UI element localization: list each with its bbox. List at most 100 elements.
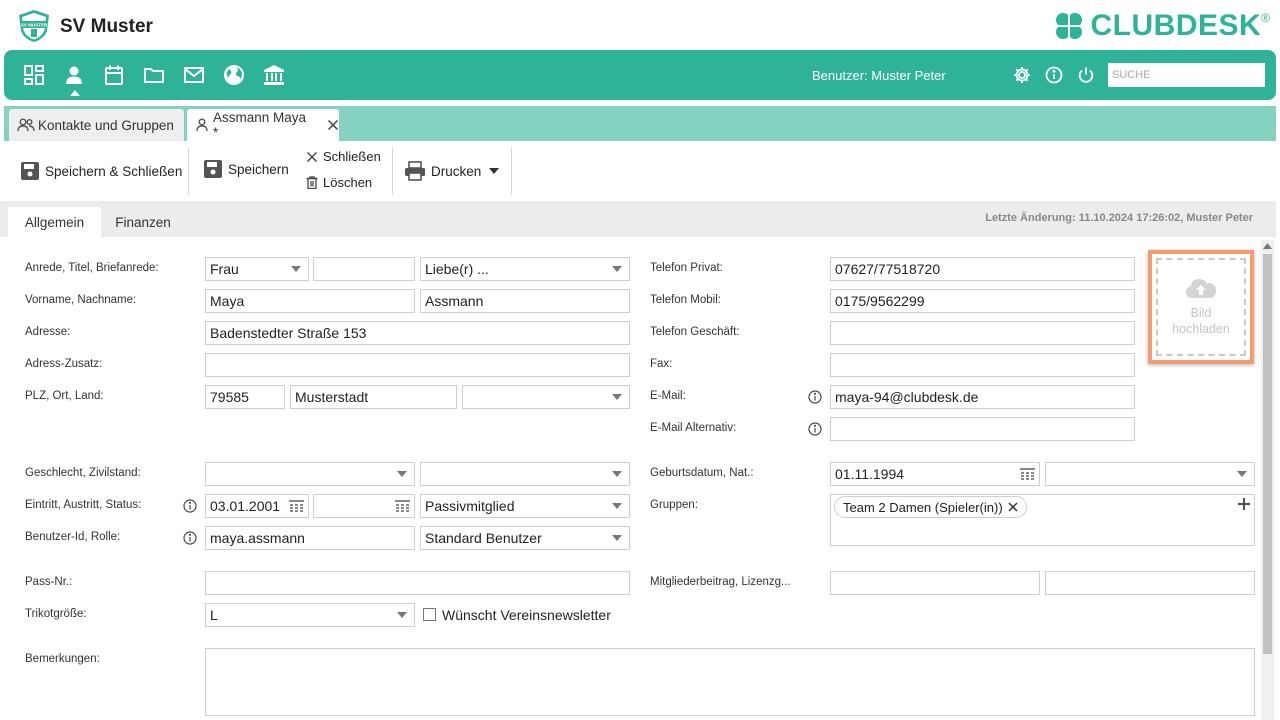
save-button[interactable]: Speichern (203, 159, 289, 179)
email-field[interactable]: maya-94@clubdesk.de (830, 385, 1135, 409)
image-upload[interactable]: Bild hochladen (1148, 250, 1254, 364)
close-label: Schließen (323, 149, 381, 164)
label-email-alt: E-Mail Alternativ: (650, 422, 737, 434)
beitrag-field[interactable] (830, 571, 1040, 595)
close-icon (307, 151, 317, 162)
scrollbar-thumb[interactable] (1263, 254, 1272, 654)
austritt-date-field[interactable] (313, 494, 415, 518)
document-tabs: Kontakte und Gruppen Assmann Maya * (4, 106, 1276, 141)
person-icon (196, 118, 208, 132)
info-icon[interactable] (808, 422, 822, 436)
label-geschlecht: Geschlecht, Zivilstand: (25, 467, 141, 479)
eintritt-date-field[interactable]: 03.01.2001 (205, 494, 309, 518)
vorname-field[interactable]: Maya (205, 289, 415, 313)
label-tel-mobil: Telefon Mobil: (650, 294, 721, 306)
active-nav-indicator (70, 90, 80, 96)
info-icon[interactable] (1042, 63, 1066, 87)
printer-icon (405, 161, 425, 181)
adresse-field[interactable]: Badenstedter Straße 153 (205, 321, 630, 345)
scroll-up-icon (1263, 243, 1272, 249)
tab-contacts-groups[interactable]: Kontakte und Gruppen (9, 109, 184, 141)
chevron-down-icon (612, 266, 622, 272)
adress-zusatz-field[interactable] (205, 353, 630, 377)
newsletter-checkbox[interactable] (423, 608, 436, 621)
email-alt-field[interactable] (830, 417, 1135, 441)
anrede-select[interactable]: Frau (205, 257, 309, 281)
titel-field[interactable] (313, 257, 415, 281)
info-icon[interactable] (183, 499, 197, 513)
zivilstand-select[interactable] (420, 462, 630, 486)
save-close-button[interactable]: Speichern & Schließen (20, 161, 182, 181)
tab-finanzen[interactable]: Finanzen (101, 207, 185, 237)
upload-label-line2: hochladen (1172, 322, 1230, 336)
current-user: Benutzer: Muster Peter (812, 68, 946, 83)
print-button[interactable]: Drucken (404, 161, 506, 181)
tel-geschaeft-field[interactable] (830, 321, 1135, 345)
label-eintritt: Eintritt, Austritt, Status: (25, 499, 142, 511)
save-close-label: Speichern & Schließen (45, 163, 183, 179)
cloud-upload-icon (1186, 279, 1216, 298)
rolle-select[interactable]: Standard Benutzer (420, 526, 630, 550)
status-select[interactable]: Passivmitglied (420, 494, 630, 518)
tel-mobil-field[interactable]: 0175/9562299 (830, 289, 1135, 313)
app-title: SV Muster (60, 16, 153, 37)
label-trikot: Trikotgröße: (25, 608, 87, 620)
gear-icon[interactable] (1010, 63, 1034, 87)
info-icon[interactable] (808, 390, 822, 404)
upload-dropzone: Bild hochladen (1156, 258, 1246, 356)
section-tabs: Allgemein Finanzen Letzte Änderung: 11.1… (0, 201, 1276, 237)
toolbar: Speichern & Schließen Speichern Schließe… (0, 141, 1280, 201)
save-label: Speichern (228, 161, 289, 177)
power-icon[interactable] (1074, 63, 1098, 87)
label-tel-geschaeft: Telefon Geschäft: (650, 326, 740, 338)
folder-icon[interactable] (142, 63, 166, 87)
mail-icon[interactable] (182, 63, 206, 87)
chevron-down-icon (397, 612, 407, 618)
globe-icon[interactable] (222, 63, 246, 87)
pass-field[interactable] (205, 571, 630, 595)
geburtsdatum-field[interactable]: 01.11.1994 (830, 462, 1040, 486)
scrollbar[interactable] (1261, 240, 1274, 720)
trikot-select[interactable]: L (205, 603, 415, 627)
label-zusatz: Adress-Zusatz: (25, 358, 103, 370)
label-plz: PLZ, Ort, Land: (25, 390, 104, 402)
delete-label: Löschen (323, 175, 373, 190)
info-icon[interactable] (183, 531, 197, 545)
tab-assmann-maya-label: Assmann Maya * (213, 110, 307, 140)
delete-button[interactable]: Löschen (306, 175, 372, 190)
briefanrede-select[interactable]: Liebe(r) ... (420, 257, 630, 281)
close-button[interactable]: Schließen (306, 149, 381, 164)
tab-allgemein[interactable]: Allgemein (8, 207, 101, 237)
ort-field[interactable]: Musterstadt (290, 385, 457, 409)
tel-privat-field[interactable]: 07627/77518720 (830, 257, 1135, 281)
geschlecht-select[interactable] (205, 462, 415, 486)
close-tab-icon[interactable] (327, 119, 339, 131)
land-select[interactable] (462, 385, 630, 409)
label-email: E-Mail: (650, 390, 686, 402)
nachname-field[interactable]: Assmann (420, 289, 630, 313)
remove-icon[interactable] (1008, 502, 1018, 512)
plz-field[interactable]: 79585 (205, 385, 285, 409)
label-anrede: Anrede, Titel, Briefanrede: (25, 262, 159, 274)
toolbar-divider (511, 147, 512, 195)
last-change-info: Letzte Änderung: 11.10.2024 17:26:02, Mu… (985, 212, 1253, 224)
clover-icon (1056, 13, 1083, 39)
lizenz-field[interactable] (1045, 571, 1255, 595)
label-beitrag: Mitgliederbeitrag, Lizenzg... (650, 576, 791, 588)
nationalitaet-select[interactable] (1045, 462, 1255, 486)
brand-name: CLUBDESK (1090, 9, 1262, 42)
trash-icon (306, 176, 318, 189)
benutzer-id-field[interactable]: maya.assmann (205, 526, 415, 550)
bemerkungen-textarea[interactable] (205, 648, 1255, 716)
calendar-icon[interactable] (102, 63, 126, 87)
add-icon[interactable] (1238, 498, 1250, 510)
dashboard-icon[interactable] (22, 63, 46, 87)
search-input[interactable] (1108, 63, 1265, 87)
chevron-down-icon (1237, 471, 1247, 477)
group-chip-label: Team 2 Damen (Spieler(in)) (843, 499, 1003, 515)
fax-field[interactable] (830, 353, 1135, 377)
bank-icon[interactable] (262, 63, 286, 87)
save-icon (204, 160, 222, 178)
person-icon[interactable] (62, 63, 86, 87)
tab-assmann-maya[interactable]: Assmann Maya * (187, 109, 339, 141)
